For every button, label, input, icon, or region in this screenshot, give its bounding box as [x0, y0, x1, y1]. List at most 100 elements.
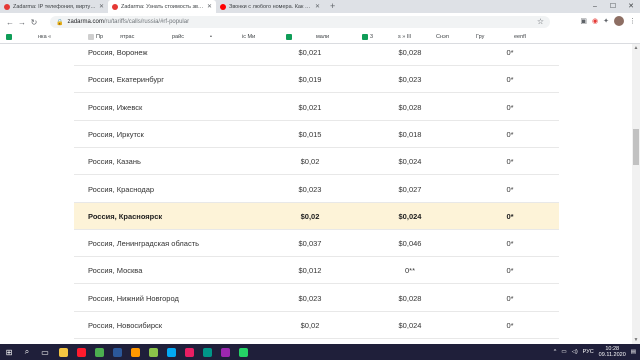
bookmark-item[interactable]: Снэп — [436, 33, 449, 42]
app-green-taskbar-button[interactable] — [144, 344, 162, 360]
browser-tab[interactable]: Звонки с любого номера. Как изм ✕ — [216, 0, 324, 13]
tab-title: Звонки с любого номера. Как изм — [229, 3, 313, 10]
price-cell: $0,023 — [298, 185, 322, 194]
bookmark-item[interactable]: Пр — [88, 33, 103, 42]
bookmark-item[interactable]: eenfl — [514, 33, 526, 42]
app-teal-taskbar-button[interactable] — [198, 344, 216, 360]
app-orange-taskbar-button[interactable] — [126, 344, 144, 360]
tab-strip: Zadarma: IP телефония, виртуальны✕Zadarm… — [0, 0, 640, 13]
minimize-button[interactable]: – — [586, 0, 604, 13]
close-tab-icon[interactable]: ✕ — [99, 3, 104, 10]
browser-tab[interactable]: Zadarma: IP телефония, виртуальны✕ — [0, 0, 108, 13]
bookmark-label: Снэп — [436, 34, 449, 40]
task-view-taskbar-button[interactable]: ▭ — [36, 344, 54, 360]
price-cell: 0* — [506, 157, 514, 166]
whatsapp-taskbar-button[interactable] — [234, 344, 252, 360]
bookmark-icon — [88, 33, 94, 40]
notifications-icon[interactable]: ▤ — [631, 349, 636, 355]
page-content: Россия, Воронеж $0,021 $0,028 0* Россия, Ека… — [0, 44, 632, 344]
extensions-puzzle-icon[interactable]: ✦ — [603, 17, 609, 25]
maximize-button[interactable]: ☐ — [604, 0, 622, 13]
opera-taskbar-button[interactable] — [72, 344, 90, 360]
menu-icon[interactable]: ⋮ — [629, 17, 636, 25]
scrollbar-thumb[interactable] — [633, 129, 639, 165]
bookmark-item[interactable]: мали — [316, 33, 329, 42]
city-cell: Россия, Казань — [88, 157, 141, 166]
network-icon[interactable]: ▭ — [561, 349, 566, 355]
reload-icon[interactable]: ↻ — [28, 18, 40, 27]
tray-chevron-icon[interactable]: ^ — [554, 349, 557, 355]
word-taskbar-button[interactable] — [108, 344, 126, 360]
bookmark-item[interactable]: райс — [172, 33, 184, 42]
city-cell: Россия, Краснодар — [88, 185, 155, 194]
bookmark-item[interactable]: Гру — [476, 33, 484, 42]
search-icon: ⌕ — [24, 347, 30, 356]
start-taskbar-button[interactable]: ⊞ — [0, 344, 18, 360]
city-cell: Россия, Воронеж — [88, 48, 148, 57]
bookmark-label: ятрас — [120, 34, 135, 40]
price-cell: 0* — [506, 212, 514, 221]
scroll-down-icon[interactable]: ▼ — [632, 336, 640, 344]
chrome-icon — [94, 347, 104, 357]
city-cell: Россия, Екатеринбург — [88, 75, 164, 84]
system-tray: ^ ▭ ◁) РУС 10:28 09.11.2020 ▤ — [554, 344, 636, 360]
table-row: Россия, Иркутск $0,015 $0,018 0* — [74, 121, 559, 148]
app-green-icon — [148, 347, 158, 357]
app-purple-icon — [220, 347, 230, 357]
file-explorer-icon — [58, 347, 68, 357]
avatar[interactable] — [614, 16, 624, 26]
bookmarks-bar: нка « Пр ятрас райс • іс Ми мали 3 s » Ill Снэп Гр… — [0, 31, 640, 44]
bookmark-item[interactable]: іс Ми — [242, 33, 255, 42]
bookmark-item[interactable]: 3 — [362, 33, 373, 42]
price-cell: $0,023 — [398, 75, 422, 84]
bookmark-item[interactable] — [6, 33, 14, 42]
chrome-taskbar-button[interactable] — [90, 344, 108, 360]
bookmark-star-icon[interactable]: ☆ — [537, 17, 544, 26]
app-red-taskbar-button[interactable] — [180, 344, 198, 360]
bookmark-item[interactable] — [286, 33, 294, 42]
back-icon[interactable]: ← — [4, 18, 16, 27]
clock[interactable]: 10:28 09.11.2020 — [599, 346, 626, 358]
price-cell: $0,02 — [300, 157, 320, 166]
table-row-highlighted: Россия, Красноярск $0,02 $0,024 0* — [74, 203, 559, 230]
scroll-up-icon[interactable]: ▲ — [632, 44, 640, 52]
bookmark-label: райс — [172, 34, 184, 40]
bookmark-item[interactable]: s » Ill — [398, 33, 411, 42]
extension-icon[interactable]: ◉ — [592, 17, 598, 25]
app-purple-taskbar-button[interactable] — [216, 344, 234, 360]
new-tab-button[interactable]: + — [324, 0, 341, 13]
app-red-icon — [184, 347, 194, 357]
close-window-button[interactable]: ✕ — [622, 0, 640, 13]
city-cell: Россия, Новосибирск — [88, 321, 163, 330]
close-tab-icon[interactable]: ✕ — [207, 3, 212, 10]
price-cell: $0,015 — [298, 130, 322, 139]
file-explorer-taskbar-button[interactable] — [54, 344, 72, 360]
extension-icon[interactable]: ▣ — [580, 17, 587, 25]
price-cell: $0,024 — [398, 157, 422, 166]
table-row: Россия, Ижевск $0,021 $0,028 0* — [74, 94, 559, 121]
bookmark-item[interactable]: нка « — [38, 33, 51, 42]
bookmark-item[interactable]: • — [210, 33, 212, 42]
close-tab-icon[interactable]: ✕ — [315, 3, 320, 10]
app-blue-taskbar-button[interactable] — [162, 344, 180, 360]
city-cell: Россия, Иркутск — [88, 130, 144, 139]
price-cell: 0* — [506, 75, 514, 84]
volume-icon[interactable]: ◁) — [572, 349, 578, 355]
price-cell: 0* — [506, 294, 514, 303]
price-cell: 0* — [506, 48, 514, 57]
price-cell: $0,02 — [300, 212, 320, 221]
browser-tab[interactable]: Zadarma: Узнать стоимость звонк ✕ — [108, 0, 216, 13]
search-taskbar-button[interactable]: ⌕ — [18, 344, 36, 360]
address-bar[interactable]: 🔒 zadarma.com /ru/tariffs/calls/russia/#… — [50, 16, 550, 28]
bookmark-item[interactable]: ятрас — [120, 33, 134, 42]
favicon-icon — [4, 3, 10, 10]
app-teal-icon — [202, 347, 212, 357]
city-cell: Россия, Красноярск — [88, 212, 163, 221]
city-cell: Россия, Нижний Новгород — [88, 294, 179, 303]
scrollbar[interactable]: ▲ ▼ — [632, 44, 640, 344]
price-cell: 0* — [506, 266, 514, 275]
browser-toolbar: ← → ↻ 🔒 zadarma.com /ru/tariffs/calls/ru… — [0, 13, 640, 31]
price-cell: 0* — [506, 321, 514, 330]
forward-icon[interactable]: → — [16, 18, 28, 27]
language-indicator[interactable]: РУС — [583, 349, 594, 355]
